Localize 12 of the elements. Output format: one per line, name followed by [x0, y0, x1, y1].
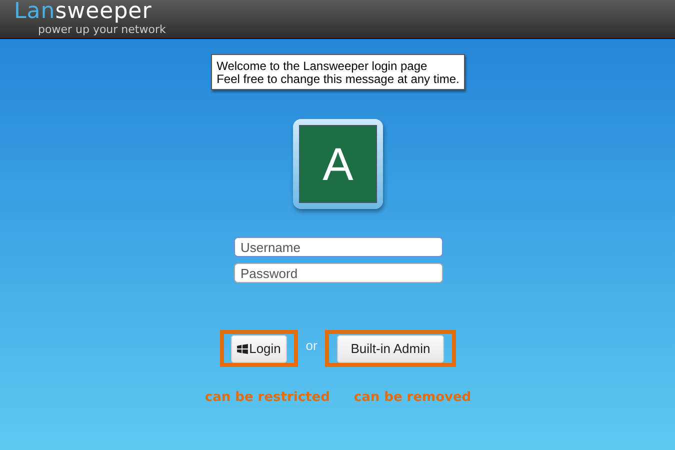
or-label: or	[304, 338, 318, 353]
logo: Lansweeper	[14, 0, 153, 24]
input-field[interactable]: Username	[234, 237, 442, 257]
welcome-message: Welcome to the Lansweeper login page Feel free to change this message at any time.	[210, 54, 466, 90]
input-field[interactable]: Password	[234, 263, 442, 283]
avatar-tile: A	[293, 119, 383, 209]
annotation: can be removed	[354, 390, 472, 405]
login-button[interactable]: Login	[231, 334, 287, 362]
tagline: power up your network	[37, 24, 166, 35]
annotation: can be restricted	[204, 390, 330, 405]
windows-icon	[237, 344, 248, 354]
admin-button[interactable]: Built-in Admin	[336, 334, 444, 362]
